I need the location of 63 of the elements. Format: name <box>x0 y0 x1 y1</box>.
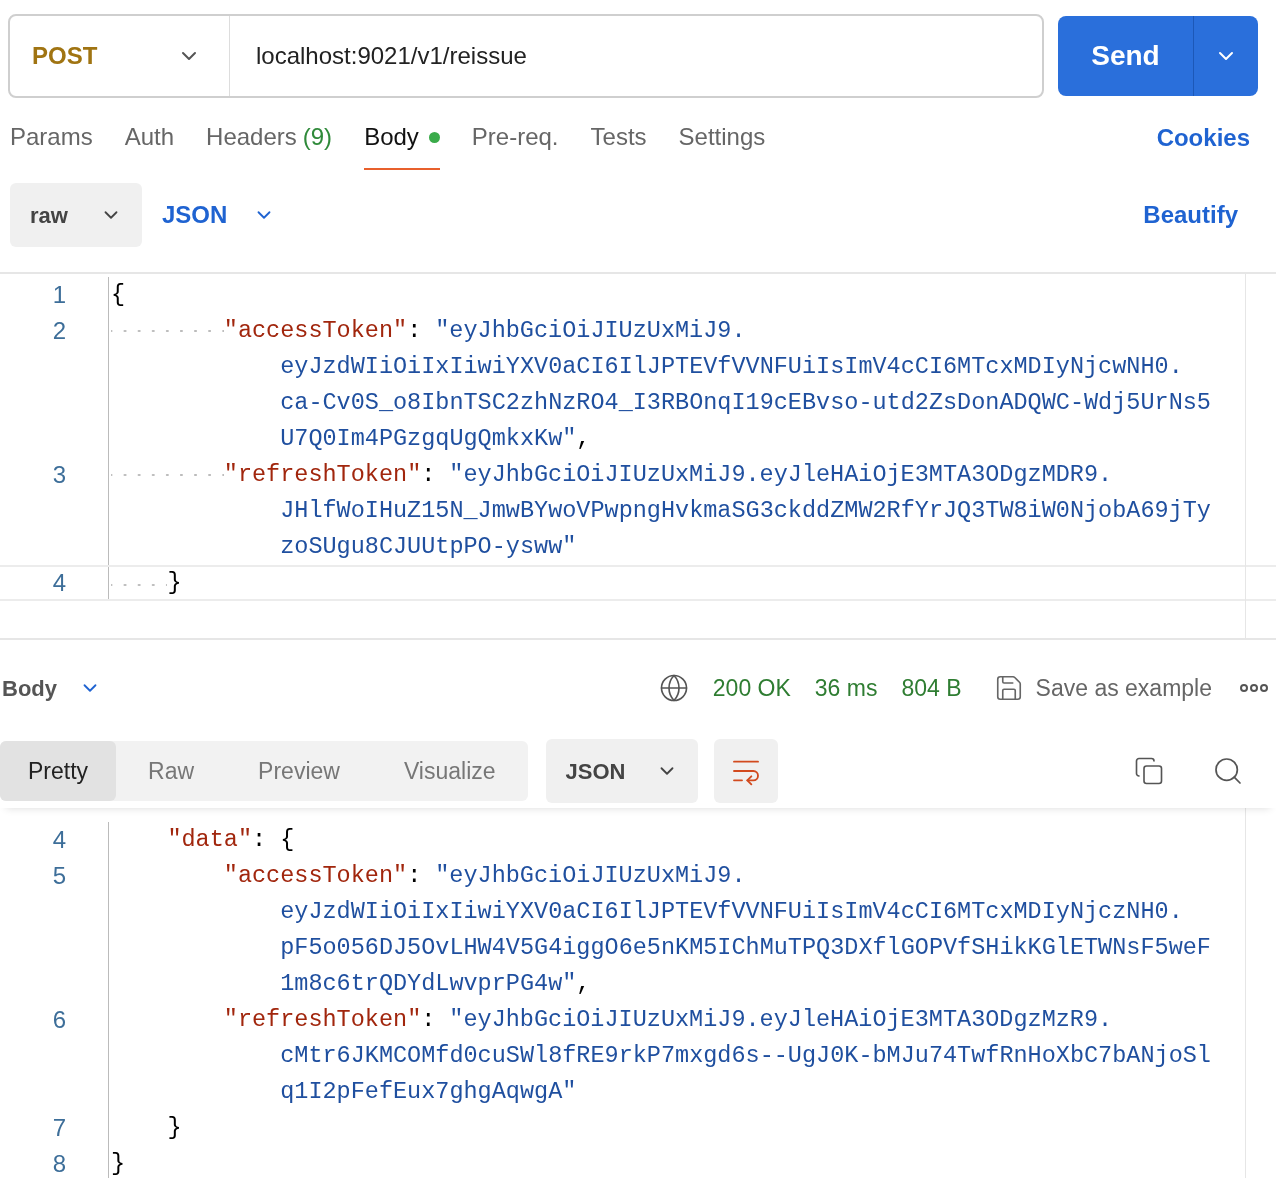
view-tab[interactable]: Raw <box>116 741 227 801</box>
json-value: cMtr6JKMCOMfd0cuSWl8fRE9rkP7mxgd6s--UgJ0K-bMJu74TwfRnHoXbC7bANjoSl <box>280 1041 1211 1072</box>
json-key: "refreshToken": <box>223 1002 436 1038</box>
request-tab[interactable]: Tests <box>590 106 647 170</box>
view-tab[interactable]: Pretty <box>0 741 117 801</box>
globe-icon <box>658 673 689 703</box>
response-section-dropdown[interactable]: Body <box>2 671 101 705</box>
status-code: 200 OK <box>712 673 791 703</box>
response-time: 36 ms <box>814 673 878 703</box>
code-brace: { <box>111 280 126 311</box>
view-tab[interactable]: Preview <box>226 741 372 801</box>
code-brace: } <box>111 1149 126 1178</box>
body-mode-dropdown[interactable]: raw <box>10 183 142 247</box>
json-value: U7Q0Im4PGzgqUgQmkxKw", <box>280 424 591 455</box>
json-value: q1I2pFefEux7ghgAqwgA" <box>280 1077 577 1108</box>
request-tab[interactable]: Settings <box>678 106 766 170</box>
request-tab[interactable]: Pre-req. <box>471 106 559 170</box>
line-number: 2 <box>51 316 67 346</box>
request-tab[interactable]: Body <box>364 106 440 170</box>
json-value: "eyJhbGciOiJIUzUxMiJ9. <box>435 316 746 347</box>
line-number: 6 <box>51 1005 67 1035</box>
request-tab[interactable]: Params <box>10 106 93 170</box>
search-icon[interactable] <box>1212 755 1244 787</box>
url-field[interactable]: POST localhost:9021/v1/reissue <box>8 14 1044 98</box>
code-brace: } <box>167 568 182 599</box>
json-value: "eyJhbGciOiJIUzUxMiJ9. <box>435 861 746 892</box>
format-dropdown[interactable]: JSON <box>545 739 698 803</box>
json-value: JHlfWoIHuZ15N_JmwBYwoVPwpngHvkmaSG3ckddZMW2RfYrJQ3TW8iW0NjobA69jTy <box>280 496 1211 527</box>
copy-icon[interactable] <box>1134 756 1164 786</box>
beautify-link[interactable]: Beautify <box>1143 197 1238 233</box>
json-key: "data": <box>167 822 267 858</box>
request-tab[interactable]: Auth <box>124 106 175 170</box>
json-value: "eyJhbGciOiJIUzUxMiJ9.eyJleHAiOjE3MTA3ODgzMDR9. <box>449 460 1113 491</box>
language-dropdown[interactable]: JSON <box>162 197 276 233</box>
json-value: pF5o056DJ5OvLHW4V5G4iggO6e5nKM5IChMuTPQ3DXflGOPVfSHikKGlETWNsF5weF <box>280 933 1211 964</box>
request-body-editor[interactable] <box>0 272 1276 640</box>
line-number: 1 <box>51 280 67 310</box>
json-value: 1m8c6trQDYdLwvprPG4w", <box>280 969 591 1000</box>
code-brace: } <box>167 1113 182 1144</box>
view-tab[interactable]: Visualize <box>371 741 528 801</box>
line-number: 7 <box>51 1113 67 1143</box>
json-value: eyJzdWIiOiIxIiwiYXV0aCI6IlJPTEVfVVNFUiIsImV4cCI6MTcxMDIyNjcwNH0. <box>280 352 1183 383</box>
json-key: "refreshToken": <box>223 457 436 493</box>
send-button[interactable]: Send <box>1058 16 1194 96</box>
method-dropdown[interactable]: POST <box>10 16 230 96</box>
json-value: zoSUgu8CJUUtpPO-ysww" <box>280 532 577 563</box>
code-brace: { <box>280 825 295 856</box>
line-number: 8 <box>51 1149 67 1178</box>
response-size: 804 B <box>901 673 962 703</box>
request-tab[interactable]: Headers (9) <box>206 106 333 170</box>
cookies-link[interactable]: Cookies <box>1156 120 1250 156</box>
json-value: ca-Cv0S_o8IbnTSC2zhNzRO4_I3RBOnqI19cEBvso-utd2ZsDonADQWC-Wdj5UrNs5 <box>280 388 1211 419</box>
json-key: "accessToken": <box>223 313 422 349</box>
json-value: "eyJhbGciOiJIUzUxMiJ9.eyJleHAiOjE3MTA3ODgzMzR9. <box>449 1005 1113 1036</box>
save-as-example-button[interactable]: Save as example <box>993 670 1212 706</box>
line-number: 3 <box>51 460 67 490</box>
line-number: 4 <box>51 568 67 598</box>
wrap-lines-button[interactable] <box>713 739 778 803</box>
line-number: 5 <box>51 861 67 891</box>
json-key: "accessToken": <box>223 858 422 894</box>
line-number: 4 <box>51 825 67 855</box>
more-options-button[interactable] <box>1240 684 1268 692</box>
json-value: eyJzdWIiOiIxIiwiYXV0aCI6IlJPTEVfVVNFUiIsImV4cCI6MTcxMDIyNjczNH0. <box>280 897 1183 928</box>
